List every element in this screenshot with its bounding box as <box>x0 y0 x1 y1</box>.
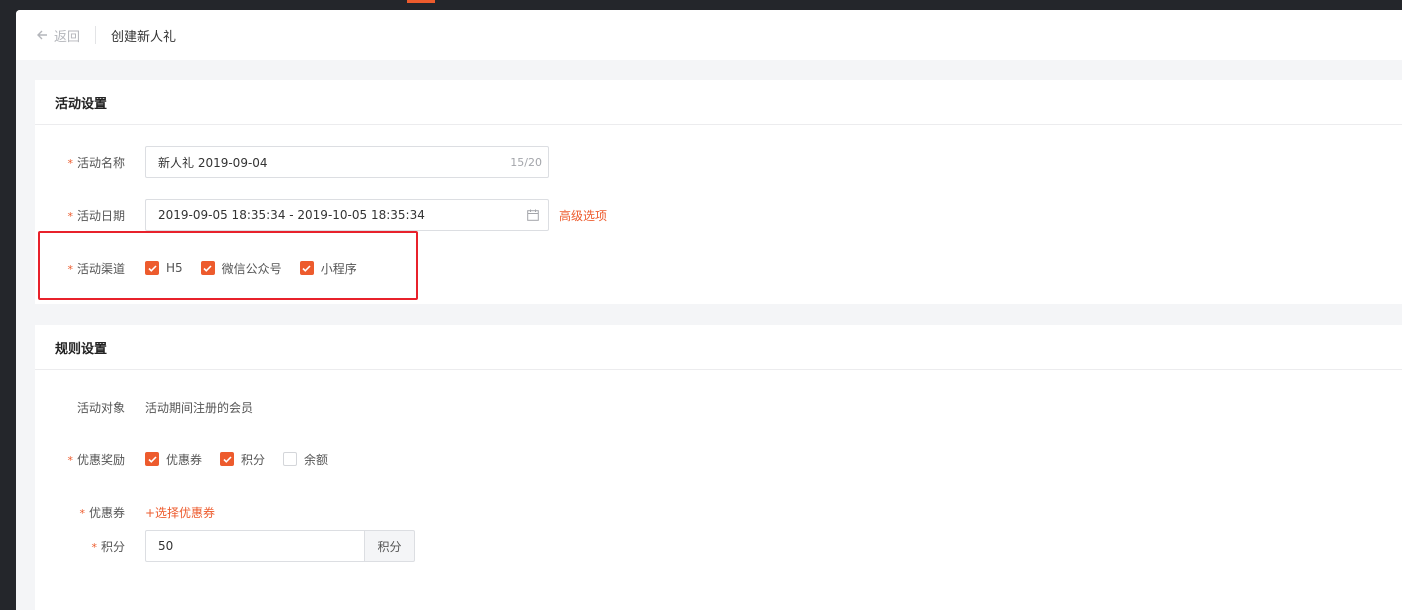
section-title: 活动设置 <box>35 80 1402 125</box>
checkbox-checked <box>145 261 159 275</box>
label-text: 活动日期 <box>76 208 125 223</box>
checkbox-label: 余额 <box>304 452 329 467</box>
activity-date-picker[interactable]: 2019-09-05 18:35:34 - 2019-10-05 18:35:3… <box>145 199 549 231</box>
checkbox-label: 优惠券 <box>166 452 203 467</box>
checkbox-checked <box>299 261 314 275</box>
required-mark: * <box>79 506 85 520</box>
check-icon <box>222 455 232 463</box>
page-window: 返回 创建新人礼 活动设置 * 活动名称 新人礼 2019-09-04 15/20… <box>16 10 1402 610</box>
check-icon <box>302 264 311 272</box>
activity-name-label: * 活动名称 <box>35 154 145 171</box>
label-text: 活动渠道 <box>76 261 125 276</box>
activity-channel-label: * 活动渠道 <box>35 260 145 277</box>
reward-checkbox-balance[interactable]: 余额 <box>283 451 328 468</box>
back-button[interactable]: 返回 <box>36 26 80 45</box>
checkbox-checked <box>220 452 235 466</box>
activity-name-value: 新人礼 2019-09-04 <box>158 155 268 170</box>
label-text: 优惠券 <box>88 505 125 520</box>
activity-channel-row: * 活动渠道 H5 微信公众号 小程序 <box>35 252 375 284</box>
check-icon <box>147 264 157 272</box>
required-mark: * <box>91 540 97 554</box>
points-label: * 积分 <box>35 538 145 555</box>
checkbox-unchecked <box>283 452 298 466</box>
back-label: 返回 <box>54 29 81 45</box>
activity-name-input[interactable]: 新人礼 2019-09-04 15/20 <box>145 146 549 178</box>
char-counter: 15/20 <box>510 155 542 169</box>
label-text: 积分 <box>100 539 125 554</box>
advanced-options-link[interactable]: 高级选项 <box>559 207 607 224</box>
checkbox-label: 小程序 <box>320 261 357 276</box>
checkbox-label: 微信公众号 <box>221 261 282 276</box>
activity-target-row: 活动对象 活动期间注册的会员 <box>35 391 253 423</box>
required-mark: * <box>67 262 73 276</box>
checkbox-checked <box>200 261 215 275</box>
label-text: 优惠奖励 <box>76 452 125 467</box>
select-coupon-link[interactable]: +选择优惠券 <box>145 504 215 521</box>
reward-checkbox-points[interactable]: 积分 <box>220 451 265 468</box>
check-icon <box>147 455 157 463</box>
points-row: * 积分 50 积分 <box>35 530 415 562</box>
points-unit-addon: 积分 <box>365 530 415 562</box>
activity-target-value: 活动期间注册的会员 <box>145 400 254 415</box>
required-mark: * <box>67 209 73 223</box>
reward-label: * 优惠奖励 <box>35 451 145 468</box>
coupon-row: * 优惠券 +选择优惠券 <box>35 496 215 528</box>
activity-date-row: * 活动日期 2019-09-05 18:35:34 - 2019-10-05 1… <box>35 199 607 231</box>
activity-date-label: * 活动日期 <box>35 207 145 224</box>
page-header: 返回 创建新人礼 <box>16 10 1402 60</box>
points-value: 50 <box>158 539 174 553</box>
checkbox-label: H5 <box>166 261 183 275</box>
header-divider <box>95 26 97 44</box>
checkbox-checked <box>145 452 159 466</box>
channel-checkbox-wechat-official-account[interactable]: 微信公众号 <box>200 260 282 277</box>
activity-name-row: * 活动名称 新人礼 2019-09-04 15/20 <box>35 146 549 178</box>
points-input[interactable]: 50 <box>145 530 365 562</box>
calendar-icon <box>527 209 539 221</box>
page-title: 创建新人礼 <box>111 29 177 45</box>
channel-checkbox-h5[interactable]: H5 <box>145 261 183 275</box>
required-mark: * <box>67 156 73 170</box>
reward-row: * 优惠奖励 优惠券 积分 余额 <box>35 443 346 475</box>
section-title: 规则设置 <box>35 325 1402 370</box>
coupon-label: * 优惠券 <box>35 504 145 521</box>
date-range-value: 2019-09-05 18:35:34 - 2019-10-05 18:35:3… <box>158 208 425 222</box>
channel-checkbox-mini-program[interactable]: 小程序 <box>299 260 357 277</box>
reward-checkbox-coupon[interactable]: 优惠券 <box>145 451 202 468</box>
arrow-left-icon <box>37 30 47 40</box>
rule-settings-card: 规则设置 活动对象 活动期间注册的会员 * 优惠奖励 优惠券 积分 余额 * 优惠券… <box>35 325 1402 610</box>
top-nav-active-indicator <box>407 0 435 3</box>
check-icon <box>203 264 212 272</box>
checkbox-label: 积分 <box>241 452 266 467</box>
required-mark: * <box>67 453 73 467</box>
activity-settings-card: 活动设置 * 活动名称 新人礼 2019-09-04 15/20 * 活动日期 20… <box>35 80 1402 304</box>
label-text: 活动名称 <box>76 155 125 170</box>
activity-target-label: 活动对象 <box>76 400 125 415</box>
